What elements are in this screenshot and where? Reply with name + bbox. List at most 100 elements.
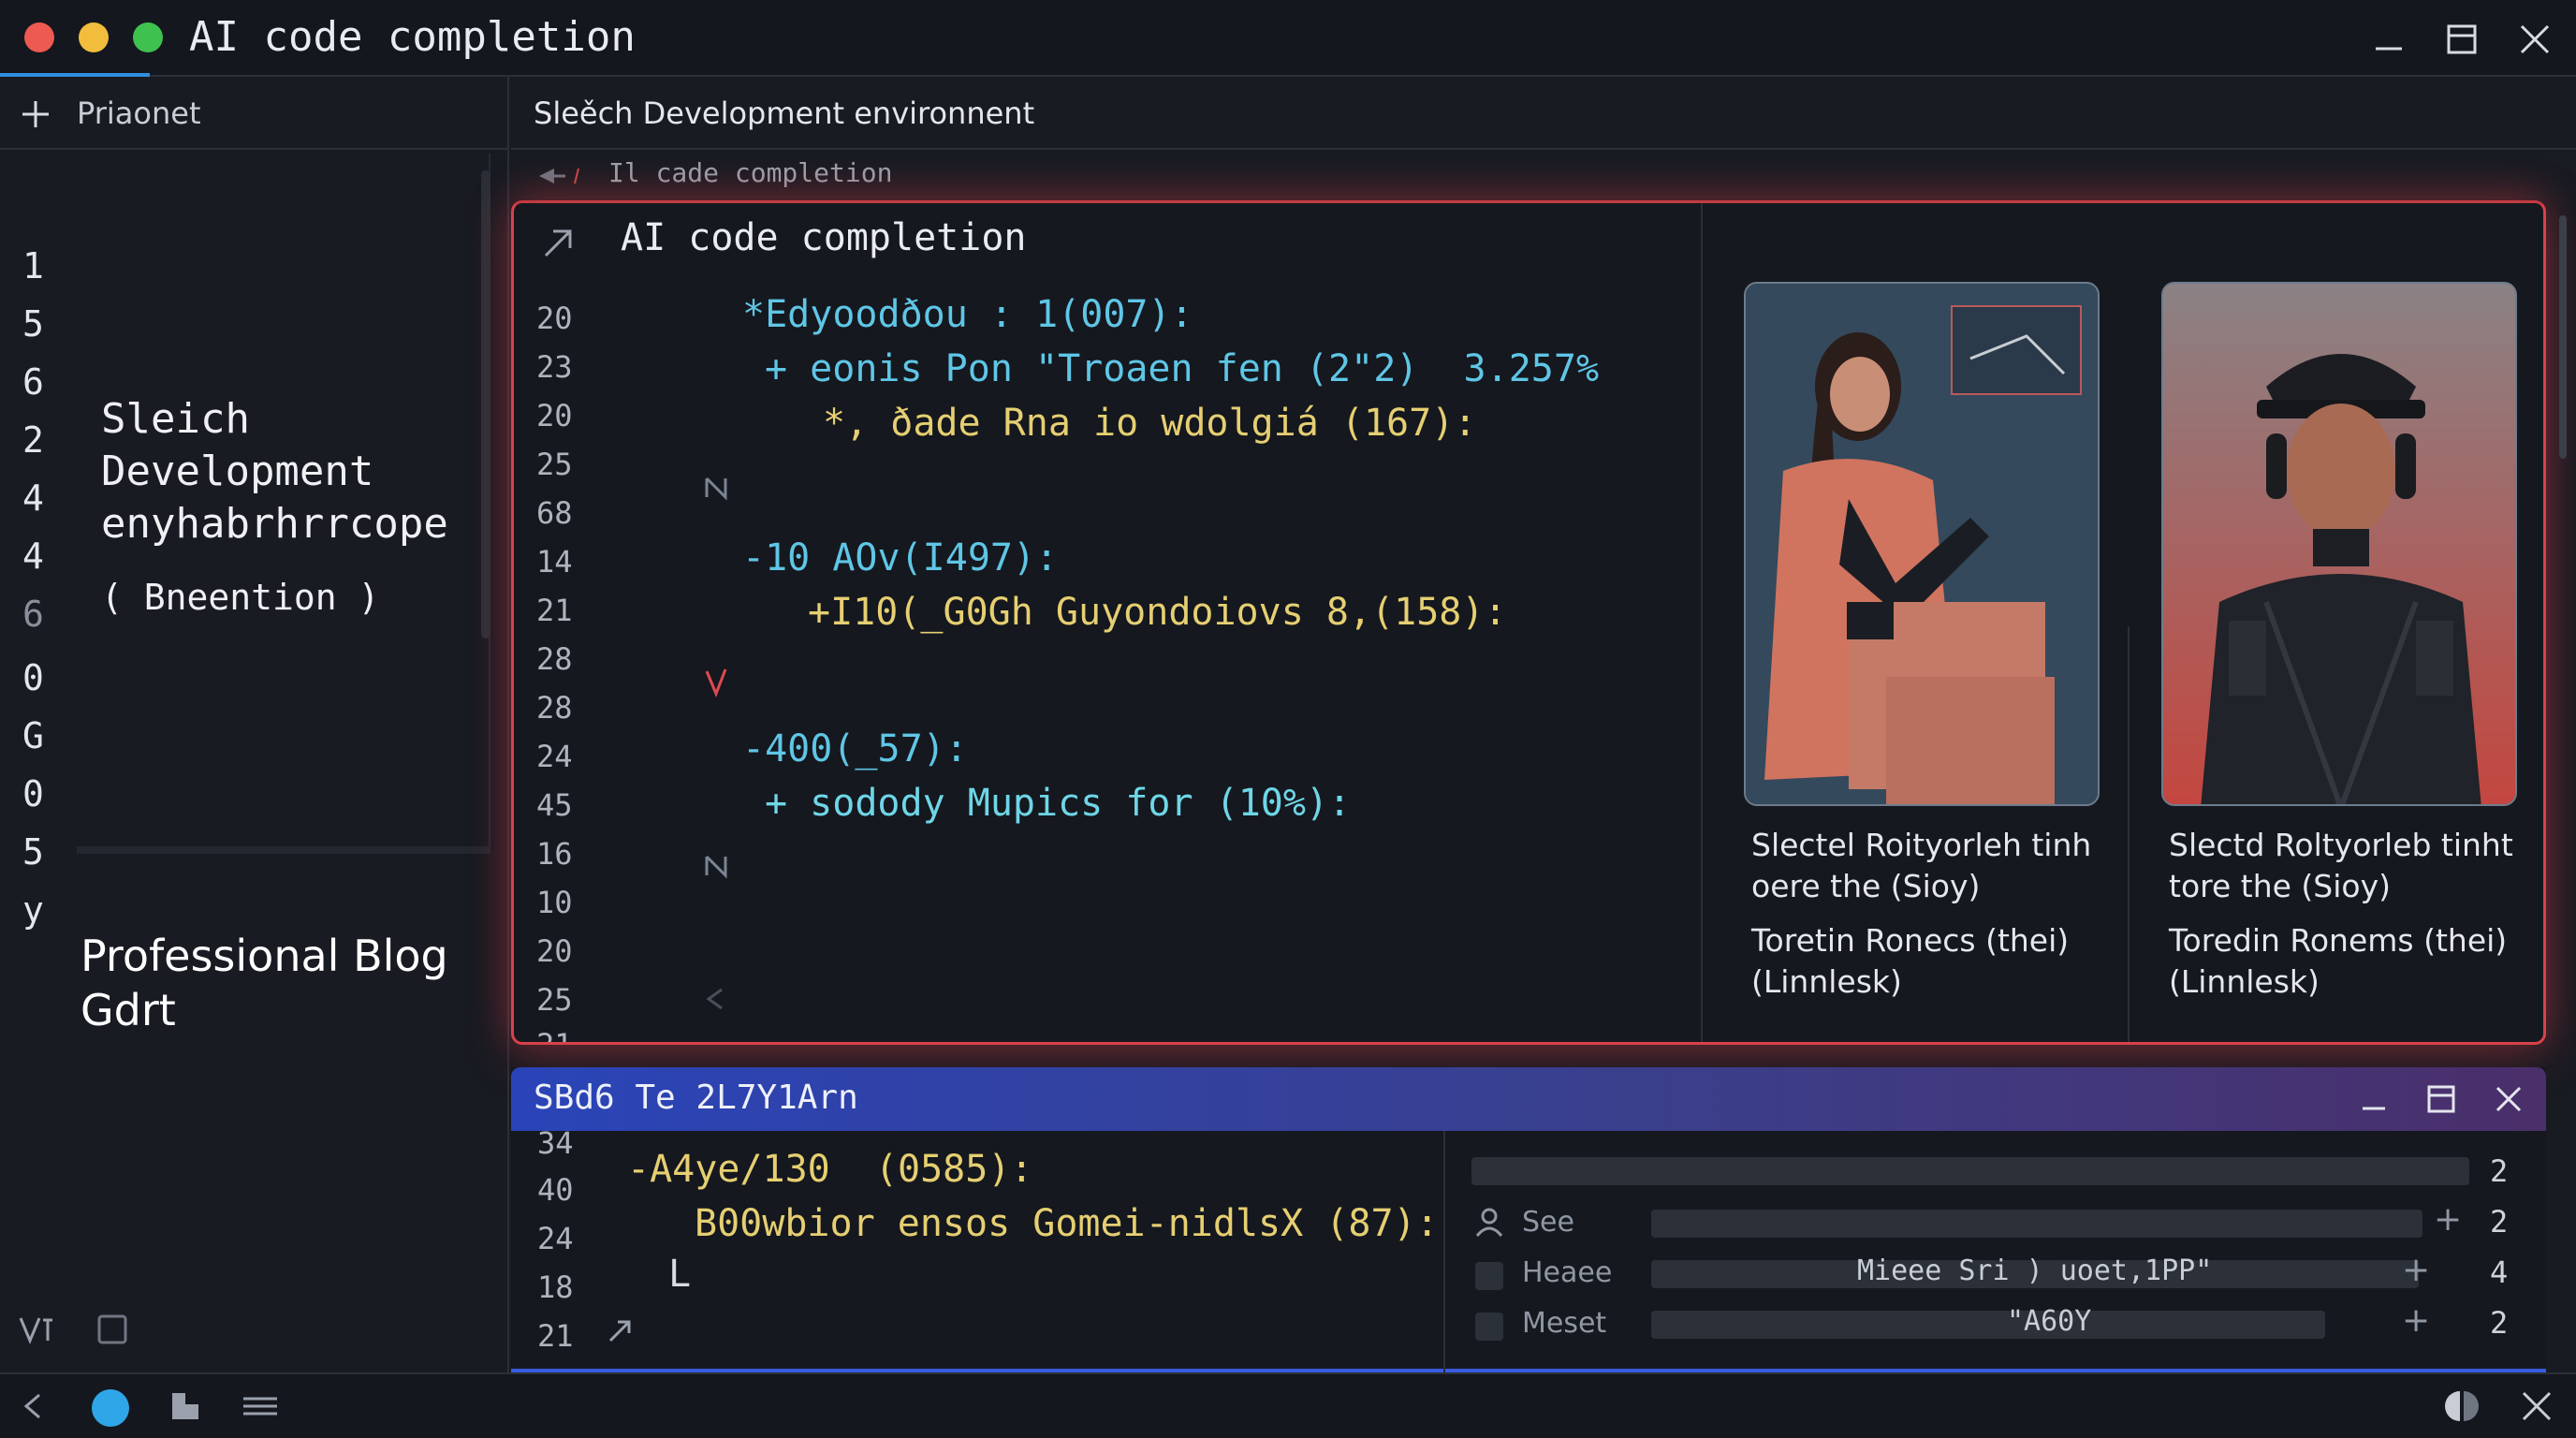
close-icon[interactable] [2518, 1387, 2555, 1425]
split-view-icon[interactable] [2441, 1387, 2482, 1425]
code-line[interactable]: -A4ye/130 (0585): [627, 1148, 1032, 1191]
line-number: 2 [22, 419, 44, 461]
add-icon[interactable] [19, 97, 52, 131]
line-number: 24 [536, 739, 573, 774]
fold-marker-icon[interactable] [703, 475, 729, 501]
line-number: 4 [22, 477, 44, 519]
zoom-window-dot[interactable] [133, 22, 163, 52]
close-icon[interactable] [2514, 19, 2555, 60]
close-icon[interactable] [2490, 1080, 2527, 1118]
add-icon[interactable]: + [2402, 1251, 2430, 1289]
code-line[interactable]: -400(_57): [742, 727, 968, 770]
line-number: 4 [22, 536, 44, 577]
maximize-icon[interactable] [2422, 1080, 2460, 1118]
close-window-dot[interactable] [24, 22, 54, 52]
add-icon[interactable]: + [2434, 1200, 2462, 1239]
card-caption-line: oere the (Sioy) [1751, 868, 1981, 904]
status-indicator-dot[interactable] [92, 1389, 129, 1427]
editor-tab-label[interactable]: Sleěch Development environnent [534, 95, 1034, 131]
card-caption: Slectd Roltyorleb tinht tore the (Sioy) … [2169, 825, 2543, 1003]
property-count: 2 [2490, 1204, 2509, 1240]
line-number: 40 [537, 1172, 574, 1208]
line-number: G [22, 715, 44, 756]
translate-icon[interactable] [17, 1311, 56, 1348]
bottom-panel-header: SBd6 Te 2L7Y1Arn [511, 1067, 2546, 1131]
chevron-left-icon[interactable] [703, 986, 729, 1012]
character-card-image[interactable] [2161, 282, 2517, 806]
property-value: "A60Y [2007, 1305, 2092, 1338]
code-line[interactable]: + sodody Mupics for (10%): [765, 782, 1351, 825]
user-icon [1475, 1208, 1503, 1237]
checkbox[interactable] [1475, 1313, 1503, 1341]
line-number: 14 [536, 544, 573, 580]
line-number: 21 [537, 1318, 574, 1354]
code-line[interactable]: B00wbior ensos Gomei-nidlsX (87): [695, 1202, 1439, 1245]
card-caption-line: Slectd Roltyorleb tinht [2169, 827, 2513, 863]
property-value-bar[interactable] [1651, 1311, 2325, 1339]
line-number: 18 [537, 1269, 574, 1305]
code-line[interactable]: + eonis Pon "Troaen fen (2"2) 3.257% [765, 347, 1599, 390]
line-number: 10 [536, 885, 573, 920]
collapse-icon[interactable] [540, 226, 576, 261]
card-caption-line: (Linnlesk) [1751, 963, 1902, 1000]
error-marker-icon[interactable] [703, 666, 729, 697]
code-line[interactable]: L [668, 1253, 691, 1296]
add-icon[interactable]: + [2402, 1301, 2430, 1340]
card-caption-line: (Linnlesk) [2169, 963, 2320, 1000]
outline-title-line: enyhabrhrrcope [101, 500, 448, 548]
property-count: 2 [2490, 1305, 2509, 1341]
line-number: 6 [22, 594, 44, 635]
left-sidebar: Priaonet 1 5 6 2 4 4 6 0 G 0 5 y Sleich … [0, 77, 509, 1372]
bottom-panel-title: SBd6 Te 2L7Y1Arn [534, 1078, 858, 1117]
line-number: 6 [22, 361, 44, 403]
fold-marker-icon[interactable] [703, 853, 729, 879]
line-number: 28 [536, 641, 573, 677]
property-count: 4 [2490, 1255, 2509, 1290]
property-label: See [1522, 1206, 1574, 1239]
code-line[interactable]: +I10(_G0Gh Guyondoiovs 8,(158): [808, 591, 1507, 634]
outline-scrollbar[interactable] [481, 170, 490, 638]
line-number: 20 [536, 301, 573, 336]
line-number: 28 [536, 690, 573, 726]
settings-lines-icon[interactable] [240, 1389, 281, 1423]
code-line[interactable]: *, ðade Rna io wdolgiá (167): [823, 402, 1476, 445]
line-number: 5 [22, 831, 44, 873]
line-number: 24 [537, 1221, 574, 1256]
line-number: 21 [536, 1027, 573, 1045]
minimize-icon[interactable] [2355, 1080, 2393, 1118]
back-arrow-icon[interactable] [535, 163, 592, 189]
code-editor: AI code completion 20 23 20 25 68 14 21 … [511, 200, 2546, 1045]
panel-split-divider[interactable] [1443, 1131, 1445, 1372]
line-number: 23 [536, 349, 573, 385]
editor-split-divider[interactable] [1701, 203, 1703, 1042]
line-number: 25 [536, 982, 573, 1018]
card-caption-line: Slectel Roityorleh tinh [1751, 827, 2092, 863]
property-value-bar[interactable] [1651, 1210, 2422, 1238]
window-title: AI code completion [189, 13, 636, 61]
outline-title-line: Development [101, 448, 374, 495]
card-divider [2128, 626, 2130, 1042]
line-number: 45 [536, 787, 573, 823]
property-count: 2 [2490, 1153, 2509, 1189]
line-number: 21 [536, 593, 573, 628]
code-line[interactable]: *Edyoodðou : 1(007): [742, 293, 1193, 336]
outline-subtitle: ( Bneention ) [101, 577, 380, 618]
minimize-icon[interactable] [2368, 19, 2409, 60]
man-portrait-illustration [2163, 284, 2515, 804]
editor-scrollbar[interactable] [2559, 215, 2567, 459]
chevron-left-icon[interactable] [17, 1389, 51, 1423]
maximize-icon[interactable] [2441, 19, 2482, 60]
card-caption-line: tore the (Sioy) [2169, 868, 2391, 904]
character-card-image[interactable] [1744, 282, 2100, 806]
breadcrumb-current[interactable]: Il cade completion [608, 157, 892, 188]
checkbox[interactable] [1475, 1262, 1503, 1290]
document-icon[interactable] [167, 1387, 204, 1425]
minimize-window-dot[interactable] [79, 22, 109, 52]
line-number: 34 [537, 1125, 574, 1161]
property-value-bar[interactable] [1471, 1157, 2469, 1185]
code-line[interactable]: -10 AOv(I497): [742, 536, 1058, 580]
panel-icon[interactable] [94, 1311, 131, 1348]
line-number: 20 [536, 398, 573, 433]
title-bar: AI code completion [0, 0, 2576, 77]
line-number: 20 [536, 933, 573, 969]
